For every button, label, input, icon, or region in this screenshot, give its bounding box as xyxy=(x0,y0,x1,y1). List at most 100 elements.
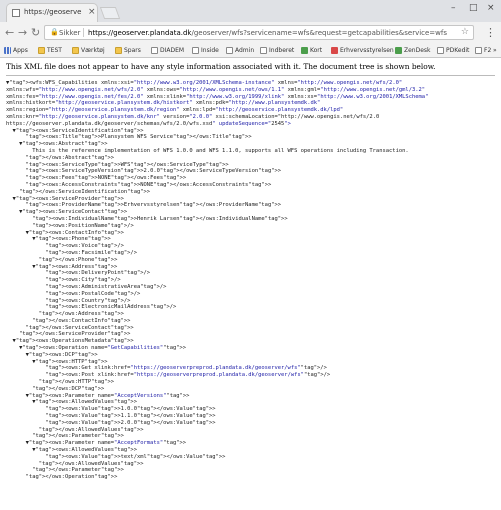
xml-line: "tag"><ows:Value"tag">>1.1.0"tag"></ows:… xyxy=(45,413,216,420)
bookmark-label: PDKedit xyxy=(446,46,470,54)
xml-line: "tag"><ows:Title"tag">>Plansystem WFS Se… xyxy=(25,134,252,141)
bookmark-star-icon[interactable]: ☆ xyxy=(461,27,469,37)
maximize-icon[interactable]: □ xyxy=(469,3,478,13)
xml-line[interactable]: ▼"tag"><ows:Operation name="GetCapabilit… xyxy=(6,345,498,352)
xml-line: "tag"><ows:City"tag">/> xyxy=(45,277,121,284)
lock-icon[interactable]: 🔒 xyxy=(50,28,59,36)
bookmark-zendesk[interactable]: ZenDesk xyxy=(395,45,431,55)
bookmark-f2[interactable]: F2 xyxy=(475,45,491,55)
xml-line: "tag"></ows:Abstract"tag">> xyxy=(25,154,115,161)
bookmark-test[interactable]: TEST xyxy=(38,45,62,55)
xml-line[interactable]: ▼"tag"><ows:AllowedValues"tag">> xyxy=(6,399,498,406)
page-icon xyxy=(475,46,482,54)
xml-line[interactable]: ▼"tag"><ows:ServiceIdentification"tag">> xyxy=(6,128,498,135)
address-separator xyxy=(83,28,84,37)
xml-line: xmlns:knr="http://geoservice.plansystem.… xyxy=(6,113,380,120)
xml-line[interactable]: ▼"tag"><wfs:WFS_Capabilities xmlns:xsi="… xyxy=(6,80,498,87)
xml-line[interactable]: ▼"tag"><ows:AllowedValues"tag">> xyxy=(6,447,498,454)
xml-line[interactable]: ▼"tag"><ows:Parameter name="AcceptFormat… xyxy=(6,440,498,447)
xml-line[interactable]: ▼"tag"><ows:Phone"tag">> xyxy=(6,236,498,243)
tab-title: https://geoserver.planda... xyxy=(24,8,82,16)
xml-line[interactable]: ▼"tag"><ows:Address"tag">> xyxy=(6,264,498,271)
close-window-icon[interactable]: × xyxy=(487,3,495,13)
url-path: /geoserver/wfs?servicename=wfs&request=g… xyxy=(191,28,448,37)
xml-line: "tag"><ows:Value"tag">>1.0.0"tag"></ows:… xyxy=(45,406,216,413)
bookmark-label: Kort xyxy=(310,46,323,54)
xml-line: "tag"></ows:ServiceContact"tag">> xyxy=(25,324,134,331)
new-tab-button[interactable] xyxy=(99,7,121,19)
page-content: This XML file does not appear to have an… xyxy=(0,58,501,510)
xml-line: "tag"></ows:AllowedValues"tag">> xyxy=(38,460,144,467)
forward-icon[interactable]: → xyxy=(18,26,27,39)
xml-line: "tag"><ows:Fees"tag">>NONE"tag"></ows:Fe… xyxy=(25,175,187,182)
address-bar[interactable]: 🔒 Sikker https://geoserver.plandata.dk/g… xyxy=(44,25,474,40)
bookmark-label: DIADEM xyxy=(160,46,185,54)
bookmark-label: Værktøj xyxy=(81,46,105,54)
xml-line[interactable]: ▼"tag"><ows:Abstract"tag">> xyxy=(6,141,498,148)
page-icon xyxy=(151,46,158,54)
xml-document-tree: ▼"tag"><wfs:WFS_Capabilities xmlns:xsi="… xyxy=(6,80,498,481)
bookmark-inside[interactable]: Inside xyxy=(192,45,219,55)
bookmark-pdkedit[interactable]: PDKedit xyxy=(437,45,469,55)
xml-line: "tag"></ows:Address"tag">> xyxy=(38,311,124,318)
xml-line[interactable]: ▼"tag"><ows:Parameter name="AcceptVersio… xyxy=(6,393,498,400)
bookmarks-overflow-icon[interactable]: » xyxy=(493,45,497,55)
xml-line: "tag"></ows:Phone"tag">> xyxy=(38,256,118,263)
bookmark-label: ZenDesk xyxy=(404,46,431,54)
bookmark-erhvervsstyrelsen[interactable]: Erhvervsstyrelsen xyxy=(331,45,394,55)
xml-line: "tag"><ows:ServiceType"tag">>WFS"tag"></… xyxy=(25,161,229,168)
minimize-icon[interactable]: – xyxy=(451,3,456,13)
xml-line: "tag"></ows:Operation"tag">> xyxy=(25,474,118,481)
xml-line: "tag"><ows:ProviderName"tag">>Erhvervsst… xyxy=(25,202,282,209)
bookmark-vaerktoej[interactable]: Værktøj xyxy=(72,45,105,55)
bookmark-label: TEST xyxy=(47,46,62,54)
bookmarks-bar: Apps TEST Værktøj Spars DIADEM Inside Ad… xyxy=(0,43,501,58)
xml-line: "tag"><ows:Post xlink:href="https://geos… xyxy=(45,372,331,379)
xml-line: "tag"></ows:ContactInfo"tag">> xyxy=(32,317,131,324)
xml-line: "tag"><ows:PostalCode"tag">/> xyxy=(45,290,141,297)
xml-line: "tag"><ows:Get xlink:href="https://geose… xyxy=(45,365,327,372)
page-icon xyxy=(437,46,444,54)
bookmark-kort[interactable]: Kort xyxy=(301,45,322,55)
page-icon xyxy=(260,46,267,54)
xml-line: "tag"><ows:AccessConstraints"tag">>NONE"… xyxy=(25,181,272,188)
url-text[interactable]: https://geoserver.plandata.dk/geoserver/… xyxy=(88,29,448,37)
reload-icon[interactable]: ↻ xyxy=(31,26,40,39)
xml-line[interactable]: ▼"tag"><ows:HTTP"tag">> xyxy=(6,359,498,366)
bookmark-label: Indberet xyxy=(269,46,295,54)
xml-line[interactable]: ▼"tag"><ows:ServiceProvider"tag">> xyxy=(6,196,498,203)
browser-toolbar: ← → ↻ 🔒 Sikker https://geoserver.plandat… xyxy=(0,22,501,43)
xml-line[interactable]: ▼"tag"><ows:OperationsMetadata"tag">> xyxy=(6,338,498,345)
xml-line: "tag"><ows:Value"tag">>text/xml"tag"></o… xyxy=(45,453,226,460)
xml-line[interactable]: ▼"tag"><ows:DCP"tag">> xyxy=(6,352,498,359)
back-icon[interactable]: ← xyxy=(5,26,14,39)
xml-line: "tag"></ows:Parameter"tag">> xyxy=(32,433,124,440)
folder-icon xyxy=(115,46,122,54)
bookmark-label: Apps xyxy=(13,46,28,54)
xml-line: "tag"><ows:DeliveryPoint"tag">/> xyxy=(45,270,151,277)
bookmark-spars[interactable]: Spars xyxy=(115,45,141,55)
browser-tab[interactable]: https://geoserver.planda... × xyxy=(6,3,98,22)
zendesk-icon xyxy=(395,46,402,54)
xml-line[interactable]: ▼"tag"><ows:ServiceContact"tag">> xyxy=(6,209,498,216)
bookmark-label: Admin xyxy=(235,46,255,54)
close-tab-icon[interactable]: × xyxy=(88,7,96,17)
browser-menu-icon[interactable]: ⋮ xyxy=(485,26,496,39)
bookmark-indberet[interactable]: Indberet xyxy=(260,45,294,55)
xml-line[interactable]: ▼"tag"><ows:ContactInfo"tag">> xyxy=(6,230,498,237)
xml-line: xmlns:region="http://geoservice.plansyst… xyxy=(6,107,344,114)
xml-line: This is the reference implementation of … xyxy=(6,147,409,154)
secure-label: Sikker xyxy=(59,29,81,37)
page-icon xyxy=(226,46,233,54)
bookmark-label: F2 xyxy=(484,46,492,54)
xml-line: "tag"><ows:IndividualName"tag">>Henrik L… xyxy=(32,215,288,222)
xml-line: xmlns:histkort="http://geoservice.plansy… xyxy=(6,100,321,107)
xml-style-notice: This XML file does not appear to have an… xyxy=(6,62,495,76)
bookmark-diadem[interactable]: DIADEM xyxy=(151,45,184,55)
crown-icon xyxy=(331,46,338,54)
page-favicon-icon xyxy=(12,9,20,17)
xml-line: "tag"></ows:ServiceProvider"tag">> xyxy=(19,331,131,338)
bookmark-admin[interactable]: Admin xyxy=(226,45,254,55)
xml-line: "tag"><ows:PositionName"tag">/> xyxy=(32,222,134,229)
bookmark-apps[interactable]: Apps xyxy=(4,45,28,55)
